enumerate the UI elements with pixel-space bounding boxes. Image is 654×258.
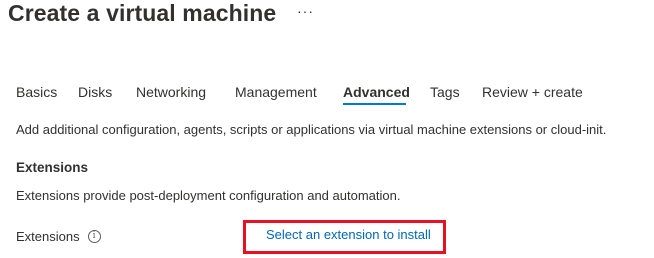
tab-advanced[interactable]: Advanced [343, 84, 410, 108]
tab-tags[interactable]: Tags [430, 84, 482, 108]
tab-bar: Basics Disks Networking Management Advan… [16, 84, 583, 110]
tab-disks[interactable]: Disks [78, 84, 136, 108]
tab-description: Add additional configuration, agents, sc… [16, 122, 607, 137]
tab-basics[interactable]: Basics [16, 84, 78, 108]
extensions-heading: Extensions [16, 160, 89, 175]
page-title: Create a virtual machine [8, 0, 277, 26]
extensions-field-label: Extensions i [16, 229, 101, 244]
more-options-icon[interactable]: ··· [297, 3, 314, 19]
tab-management[interactable]: Management [235, 84, 343, 108]
tab-networking[interactable]: Networking [136, 84, 235, 108]
extensions-description: Extensions provide post-deployment confi… [16, 188, 401, 203]
info-icon[interactable]: i [87, 230, 101, 243]
extensions-label-text: Extensions [16, 229, 80, 244]
tab-review-create[interactable]: Review + create [482, 84, 583, 108]
select-extension-link[interactable]: Select an extension to install [266, 227, 431, 242]
